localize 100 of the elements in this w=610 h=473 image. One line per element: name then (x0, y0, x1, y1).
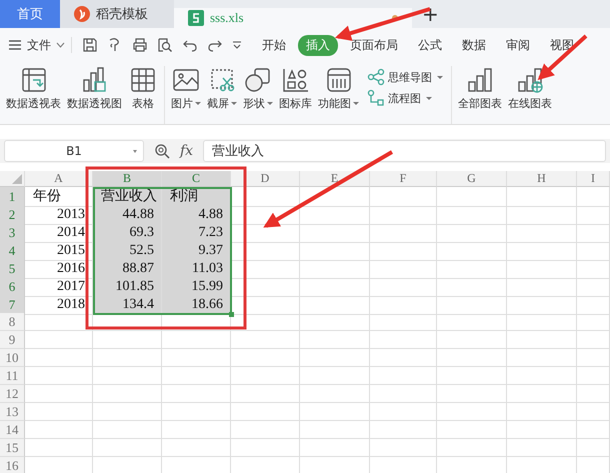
table-cell (507, 367, 577, 385)
table-cell (300, 439, 370, 457)
table-cell (93, 367, 162, 385)
table-cell: 2016 (25, 259, 93, 279)
row-header[interactable]: 8 (0, 313, 25, 331)
table-cell (437, 205, 507, 225)
column-header[interactable]: H (507, 171, 577, 187)
row-header[interactable]: 15 (0, 439, 25, 457)
table-cell (577, 331, 610, 349)
table-cell (300, 367, 370, 385)
ribbon-tab[interactable]: 插入 (298, 34, 338, 56)
table-cell (577, 187, 610, 207)
column-header[interactable]: G (437, 171, 507, 187)
column-header[interactable]: I (577, 171, 610, 187)
document-tab[interactable]: sss.xls (174, 8, 412, 28)
table-cell: 2013 (25, 205, 93, 225)
flame-icon (74, 6, 90, 22)
table-cell (507, 295, 577, 315)
ribbon-button[interactable]: 思维导图 (367, 68, 443, 86)
ribbon-tab[interactable]: 公式 (410, 34, 450, 56)
table-cell (300, 187, 370, 207)
table-cell (437, 187, 507, 207)
row-header[interactable]: 5 (0, 259, 25, 279)
ribbon-tab[interactable]: 开始 (254, 34, 294, 56)
ribbon-button[interactable]: 表格 (126, 66, 160, 111)
ribbon-button[interactable]: 图标库 (277, 66, 314, 111)
ribbon-button[interactable]: 数据透视表 (4, 66, 63, 111)
row-header[interactable]: 3 (0, 223, 25, 243)
table-cell (25, 439, 93, 457)
row-header[interactable]: 13 (0, 403, 25, 421)
column-header[interactable]: B (93, 171, 162, 187)
row-header[interactable]: 4 (0, 241, 25, 261)
table-cell (370, 421, 437, 439)
new-tab-button[interactable]: + (412, 0, 449, 28)
table-cell (507, 205, 577, 225)
row-header[interactable]: 2 (0, 205, 25, 225)
table-cell (577, 349, 610, 367)
row-header[interactable]: 11 (0, 367, 25, 385)
table-cell (577, 241, 610, 261)
table-cell (507, 313, 577, 331)
table-cell (93, 403, 162, 421)
nodes-icon (367, 89, 385, 107)
save-icon[interactable] (82, 37, 98, 53)
row-header[interactable]: 10 (0, 349, 25, 367)
table-cell (25, 331, 93, 349)
table-cell (577, 205, 610, 225)
ribbon-button[interactable]: 功能图 (316, 66, 361, 111)
print-icon[interactable] (132, 37, 148, 53)
table-cell (300, 331, 370, 349)
formula-field[interactable]: 营业收入 (203, 140, 606, 162)
ribbon-tab[interactable]: 页面布局 (342, 34, 406, 56)
table-cell (93, 331, 162, 349)
file-menu[interactable]: 文件 (6, 34, 67, 56)
table-cell (437, 367, 507, 385)
row-header[interactable]: 7 (0, 295, 25, 315)
row-header[interactable]: 14 (0, 421, 25, 439)
table-cell (577, 223, 610, 243)
table-cell (577, 421, 610, 439)
table-cell (507, 277, 577, 297)
ribbon-button[interactable]: 流程图 (367, 89, 443, 107)
ribbon-button[interactable]: 数据透视图 (65, 66, 124, 111)
table-cell (25, 367, 93, 385)
table-cell (300, 385, 370, 403)
caret-icon (231, 102, 237, 105)
row-header[interactable]: 6 (0, 277, 25, 297)
table-cell (93, 349, 162, 367)
table-cell (577, 403, 610, 421)
ribbon-button[interactable]: 形状 (241, 66, 275, 111)
spreadsheet-icon (188, 10, 204, 26)
row-header[interactable]: 12 (0, 385, 25, 403)
table-cell (300, 313, 370, 331)
column-header[interactable]: D (231, 171, 300, 187)
ribbon-button[interactable]: 在线图表 (506, 66, 554, 111)
document-tab[interactable]: 首页 (0, 0, 60, 28)
ribbon-button[interactable]: 截屏 (205, 66, 239, 111)
column-header[interactable]: C (162, 171, 231, 187)
document-tab[interactable]: 稻壳模板 (60, 0, 174, 28)
row-header[interactable]: 9 (0, 331, 25, 349)
preview-icon[interactable] (157, 37, 173, 53)
name-box[interactable]: B1 (4, 140, 144, 162)
table-cell (162, 385, 231, 403)
ribbon-tab[interactable]: 数据 (454, 34, 494, 56)
table-cell (437, 313, 507, 331)
table-cell (577, 295, 610, 315)
nodes-icon (367, 68, 385, 86)
column-header[interactable]: F (370, 171, 437, 187)
zoom-icon[interactable] (154, 143, 170, 159)
chevron-icon[interactable] (232, 41, 242, 49)
ribbon-button[interactable]: 全部图表 (456, 66, 504, 111)
row-header[interactable]: 1 (0, 187, 25, 207)
ribbon-tab[interactable]: 审阅 (498, 34, 538, 56)
table-cell (25, 421, 93, 439)
table-cell (507, 349, 577, 367)
column-header[interactable]: A (25, 171, 93, 187)
table-cell (507, 439, 577, 457)
table-cell (300, 295, 370, 315)
row-header[interactable]: 16 (0, 457, 25, 473)
function-button[interactable]: fx (180, 143, 194, 159)
table-cell (370, 241, 437, 261)
ribbon-button[interactable]: 图片 (169, 66, 203, 111)
